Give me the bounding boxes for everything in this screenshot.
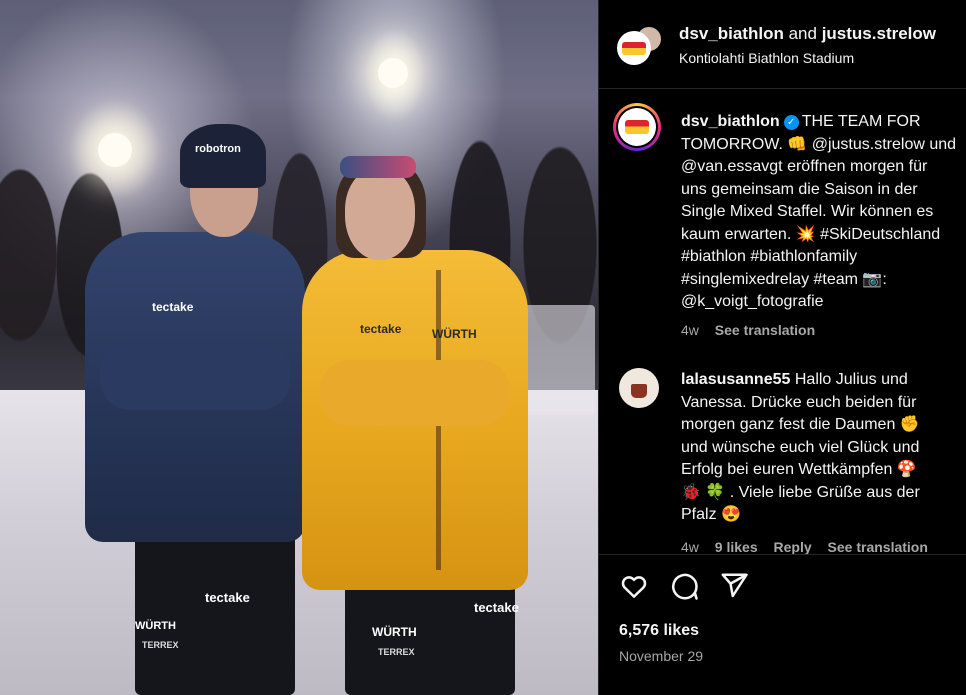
jacket-wurth-right: WÜRTH — [432, 327, 477, 341]
avatar-primary[interactable] — [617, 31, 651, 65]
caption-line: uns gemeinsam die Saison in der — [681, 180, 918, 198]
likes-count[interactable]: 6,576 likes — [619, 622, 699, 640]
post-actions — [619, 571, 949, 601]
caption-line: THE TEAM FOR — [801, 113, 921, 130]
paper-plane-icon[interactable] — [719, 571, 749, 601]
jacket-logo-right: tectake — [360, 322, 402, 336]
comment-see-translation[interactable]: See translation — [828, 539, 928, 554]
caption-line: TOMORROW. 👊 @justus.strelow und — [681, 135, 957, 153]
authors-joiner: and — [788, 24, 817, 43]
post-header: dsv_biathlon and justus.strelow Kontiola… — [599, 0, 966, 89]
comments-scroll-area[interactable]: dsv_biathlon ✓ THE TEAM FOR TOMORROW. 👊 @j… — [599, 89, 966, 555]
floodlight-left — [98, 133, 132, 167]
comment-age[interactable]: 4w — [681, 539, 699, 554]
pants-wurth-left: WÜRTH — [135, 620, 176, 632]
comment-likes[interactable]: 9 likes — [715, 539, 758, 554]
account-link-secondary[interactable]: justus.strelow — [822, 24, 936, 43]
heart-icon[interactable] — [619, 571, 649, 601]
pants-terrex-left: TERREX — [142, 640, 179, 650]
athlete-left-pants — [135, 528, 295, 695]
pants-logo-left: tectake — [205, 590, 250, 605]
caption-line: @k_voigt_fotografie — [681, 293, 824, 310]
pants-logo-right: tectake — [474, 600, 519, 615]
comment-reply-button[interactable]: Reply — [774, 539, 812, 554]
caption-meta: 4w See translation — [681, 322, 827, 338]
verified-badge-icon: ✓ — [783, 115, 799, 130]
comment-line: Vanessa. Drücke euch beiden für — [681, 393, 917, 411]
caption-age[interactable]: 4w — [681, 322, 699, 338]
location-link[interactable]: Kontiolahti Biathlon Stadium — [679, 50, 854, 66]
comment-line: 🐞 🍀 . Viele liebe Grüße aus der — [681, 483, 920, 501]
floodlight-right — [378, 58, 408, 88]
post-authors: dsv_biathlon and justus.strelow — [679, 24, 936, 44]
hat-logo: robotron — [195, 143, 241, 155]
caption-avatar[interactable] — [613, 103, 661, 151]
comment-avatar[interactable] — [619, 368, 659, 408]
comment-line: Pfalz 😍 — [681, 506, 741, 523]
comment-line: morgen ganz fest die Daumen ✊ — [681, 416, 920, 433]
caption-line: @van.essavgt eröffnen morgen für — [681, 158, 928, 175]
athlete-right-goggles — [340, 156, 416, 178]
caption-line: Single Mixed Staffel. Wir können es — [681, 203, 934, 220]
comment-author-link[interactable]: lalasusanne55 — [681, 371, 790, 388]
account-link-primary[interactable]: dsv_biathlon — [679, 24, 784, 43]
caption-line: #biathlon #biathlonfamily — [681, 248, 858, 265]
comment-line: Erfolg bei euren Wettkämpfen 🍄 — [681, 461, 917, 478]
pants-wurth-right: WÜRTH — [372, 625, 417, 639]
pants-terrex-right: TERREX — [378, 647, 415, 657]
comment-meta: 4w 9 likes Reply See translation — [681, 539, 940, 554]
dsv-logo-icon — [622, 42, 646, 55]
comment-bubble-icon[interactable] — [669, 571, 699, 601]
athlete-left-crossed-arms — [100, 340, 290, 410]
athlete-left-hat — [180, 124, 266, 188]
athlete-right-crossed-arms — [320, 360, 510, 426]
coffee-cup-icon — [631, 384, 647, 398]
dsv-logo-icon — [625, 120, 649, 134]
post-photo[interactable]: robotron tectake tectake WÜRTH TERREX te… — [0, 0, 598, 695]
post-side-panel: dsv_biathlon and justus.strelow Kontiola… — [598, 0, 966, 695]
caption-line: #singlemixedrelay #team 📷: — [681, 270, 887, 288]
post-date[interactable]: November 29 — [619, 648, 703, 664]
comment-line: Hallo Julius und — [794, 371, 908, 388]
caption-line: kaum erwarten. 💥 #SkiDeutschland — [681, 225, 941, 243]
athlete-right-pants — [345, 580, 515, 695]
jacket-logo-left: tectake — [152, 300, 194, 314]
post-caption: dsv_biathlon ✓ THE TEAM FOR TOMORROW. 👊 @j… — [681, 111, 966, 314]
athlete-right-face — [345, 168, 415, 260]
caption-author-link[interactable]: dsv_biathlon — [681, 113, 780, 130]
caption-see-translation[interactable]: See translation — [715, 322, 815, 338]
comment-line: und wünsche euch viel Glück und — [681, 438, 920, 456]
comment-body: lalasusanne55 Hallo Julius und Vanessa. … — [681, 369, 966, 527]
collab-avatars[interactable] — [617, 25, 663, 67]
